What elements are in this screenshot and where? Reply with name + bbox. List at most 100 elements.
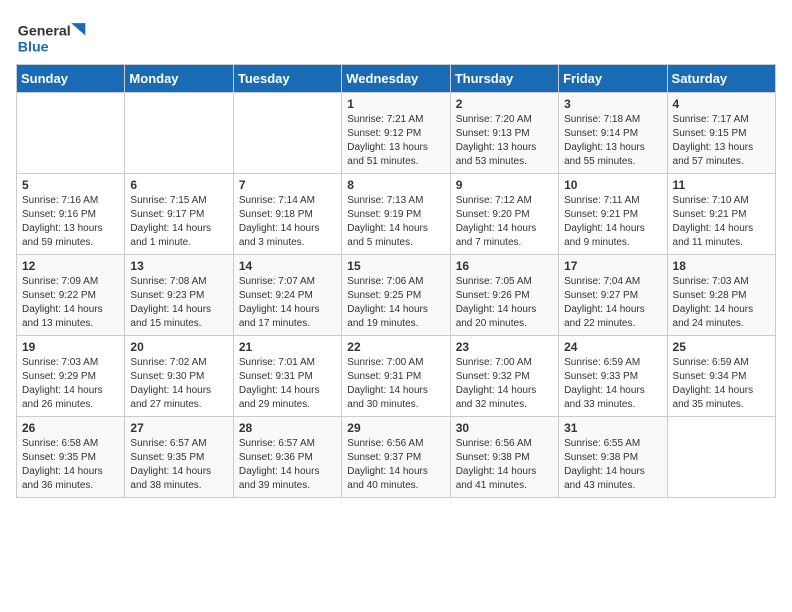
calendar-cell: 12Sunrise: 7:09 AMSunset: 9:22 PMDayligh… (17, 255, 125, 336)
sunrise-text: Sunrise: 7:05 AM (456, 275, 553, 289)
sunrise-text: Sunrise: 6:59 AM (564, 356, 661, 370)
calendar-cell: 1 Sunrise: 7:21 AMSunset: 9:12 PMDaylight… (342, 93, 450, 174)
calendar-cell: 28Sunrise: 6:57 AMSunset: 9:36 PMDayligh… (233, 417, 341, 498)
cell-content: Sunrise: 7:15 AMSunset: 9:17 PMDaylight:… (130, 194, 227, 250)
calendar-cell: 17Sunrise: 7:04 AMSunset: 9:27 PMDayligh… (559, 255, 667, 336)
sunrise-text: Sunrise: 7:17 AM (673, 113, 770, 127)
calendar-cell (233, 93, 341, 174)
calendar-table: SundayMondayTuesdayWednesdayThursdayFrid… (16, 64, 776, 498)
sunset-text: Sunset: 9:25 PM (347, 289, 444, 303)
daylight-text: Daylight: 14 hours and 24 minutes. (673, 303, 770, 331)
sunset-text: Sunset: 9:16 PM (22, 208, 119, 222)
cell-content: Sunrise: 7:10 AMSunset: 9:21 PMDaylight:… (673, 194, 770, 250)
day-header-tuesday: Tuesday (233, 65, 341, 93)
sunset-text: Sunset: 9:22 PM (22, 289, 119, 303)
cell-content: Sunrise: 7:21 AMSunset: 9:12 PMDaylight:… (347, 113, 444, 169)
sunset-text: Sunset: 9:14 PM (564, 127, 661, 141)
calendar-cell: 19Sunrise: 7:03 AMSunset: 9:29 PMDayligh… (17, 336, 125, 417)
day-number: 4 (673, 97, 770, 111)
daylight-text: Daylight: 14 hours and 5 minutes. (347, 222, 444, 250)
day-number: 9 (456, 178, 553, 192)
week-row-2: 5Sunrise: 7:16 AMSunset: 9:16 PMDaylight… (17, 174, 776, 255)
day-header-sunday: Sunday (17, 65, 125, 93)
cell-content: Sunrise: 6:59 AMSunset: 9:33 PMDaylight:… (564, 356, 661, 412)
day-number: 7 (239, 178, 336, 192)
sunrise-text: Sunrise: 6:58 AM (22, 437, 119, 451)
sunset-text: Sunset: 9:34 PM (673, 370, 770, 384)
calendar-cell: 16 Sunrise: 7:05 AMSunset: 9:26 PMDayligh… (450, 255, 558, 336)
daylight-text: Daylight: 14 hours and 30 minutes. (347, 384, 444, 412)
daylight-text: Daylight: 13 hours and 55 minutes. (564, 141, 661, 169)
sunset-text: Sunset: 9:29 PM (22, 370, 119, 384)
day-number: 2 (456, 97, 553, 111)
cell-content: Sunrise: 7:07 AMSunset: 9:24 PMDaylight:… (239, 275, 336, 331)
cell-content: Sunrise: 7:18 AMSunset: 9:14 PMDaylight:… (564, 113, 661, 169)
cell-content: Sunrise: 7:11 AMSunset: 9:21 PMDaylight:… (564, 194, 661, 250)
cell-content: Sunrise: 7:00 AMSunset: 9:31 PMDaylight:… (347, 356, 444, 412)
daylight-text: Daylight: 14 hours and 11 minutes. (673, 222, 770, 250)
sunset-text: Sunset: 9:36 PM (239, 451, 336, 465)
cell-content: Sunrise: 7:05 AMSunset: 9:26 PMDaylight:… (456, 275, 553, 331)
calendar-cell: 24Sunrise: 6:59 AMSunset: 9:33 PMDayligh… (559, 336, 667, 417)
cell-content: Sunrise: 6:57 AMSunset: 9:36 PMDaylight:… (239, 437, 336, 493)
sunrise-text: Sunrise: 7:14 AM (239, 194, 336, 208)
day-number: 23 (456, 340, 553, 354)
daylight-text: Daylight: 13 hours and 57 minutes. (673, 141, 770, 169)
cell-content: Sunrise: 7:14 AMSunset: 9:18 PMDaylight:… (239, 194, 336, 250)
day-number: 16 (456, 259, 553, 273)
daylight-text: Daylight: 14 hours and 29 minutes. (239, 384, 336, 412)
sunrise-text: Sunrise: 6:57 AM (130, 437, 227, 451)
cell-content: Sunrise: 7:03 AMSunset: 9:28 PMDaylight:… (673, 275, 770, 331)
day-header-saturday: Saturday (667, 65, 775, 93)
sunrise-text: Sunrise: 6:59 AM (673, 356, 770, 370)
calendar-cell: 10Sunrise: 7:11 AMSunset: 9:21 PMDayligh… (559, 174, 667, 255)
sunset-text: Sunset: 9:13 PM (456, 127, 553, 141)
calendar-cell (667, 417, 775, 498)
calendar-header-row: SundayMondayTuesdayWednesdayThursdayFrid… (17, 65, 776, 93)
calendar-cell: 26Sunrise: 6:58 AMSunset: 9:35 PMDayligh… (17, 417, 125, 498)
day-number: 17 (564, 259, 661, 273)
daylight-text: Daylight: 14 hours and 7 minutes. (456, 222, 553, 250)
daylight-text: Daylight: 14 hours and 22 minutes. (564, 303, 661, 331)
daylight-text: Daylight: 14 hours and 19 minutes. (347, 303, 444, 331)
sunset-text: Sunset: 9:37 PM (347, 451, 444, 465)
calendar-cell: 13Sunrise: 7:08 AMSunset: 9:23 PMDayligh… (125, 255, 233, 336)
daylight-text: Daylight: 14 hours and 43 minutes. (564, 465, 661, 493)
daylight-text: Daylight: 13 hours and 59 minutes. (22, 222, 119, 250)
sunset-text: Sunset: 9:21 PM (564, 208, 661, 222)
day-header-monday: Monday (125, 65, 233, 93)
daylight-text: Daylight: 13 hours and 51 minutes. (347, 141, 444, 169)
daylight-text: Daylight: 14 hours and 17 minutes. (239, 303, 336, 331)
day-number: 21 (239, 340, 336, 354)
calendar-cell: 14Sunrise: 7:07 AMSunset: 9:24 PMDayligh… (233, 255, 341, 336)
sunrise-text: Sunrise: 7:13 AM (347, 194, 444, 208)
sunrise-text: Sunrise: 7:21 AM (347, 113, 444, 127)
day-number: 1 (347, 97, 444, 111)
calendar-cell: 3Sunrise: 7:18 AMSunset: 9:14 PMDaylight… (559, 93, 667, 174)
daylight-text: Daylight: 14 hours and 41 minutes. (456, 465, 553, 493)
calendar-cell: 7 Sunrise: 7:14 AMSunset: 9:18 PMDaylight… (233, 174, 341, 255)
daylight-text: Daylight: 14 hours and 35 minutes. (673, 384, 770, 412)
day-number: 26 (22, 421, 119, 435)
calendar-cell: 5Sunrise: 7:16 AMSunset: 9:16 PMDaylight… (17, 174, 125, 255)
cell-content: Sunrise: 7:03 AMSunset: 9:29 PMDaylight:… (22, 356, 119, 412)
cell-content: Sunrise: 7:08 AMSunset: 9:23 PMDaylight:… (130, 275, 227, 331)
cell-content: Sunrise: 7:02 AMSunset: 9:30 PMDaylight:… (130, 356, 227, 412)
svg-text:Blue: Blue (18, 40, 49, 56)
sunrise-text: Sunrise: 7:04 AM (564, 275, 661, 289)
sunset-text: Sunset: 9:31 PM (347, 370, 444, 384)
week-row-3: 12Sunrise: 7:09 AMSunset: 9:22 PMDayligh… (17, 255, 776, 336)
week-row-4: 19Sunrise: 7:03 AMSunset: 9:29 PMDayligh… (17, 336, 776, 417)
daylight-text: Daylight: 13 hours and 53 minutes. (456, 141, 553, 169)
calendar-cell: 2Sunrise: 7:20 AMSunset: 9:13 PMDaylight… (450, 93, 558, 174)
sunset-text: Sunset: 9:31 PM (239, 370, 336, 384)
cell-content: Sunrise: 6:57 AMSunset: 9:35 PMDaylight:… (130, 437, 227, 493)
calendar-cell: 4Sunrise: 7:17 AMSunset: 9:15 PMDaylight… (667, 93, 775, 174)
sunset-text: Sunset: 9:20 PM (456, 208, 553, 222)
sunrise-text: Sunrise: 6:55 AM (564, 437, 661, 451)
day-number: 31 (564, 421, 661, 435)
day-number: 6 (130, 178, 227, 192)
day-number: 8 (347, 178, 444, 192)
daylight-text: Daylight: 14 hours and 1 minute. (130, 222, 227, 250)
sunrise-text: Sunrise: 7:03 AM (673, 275, 770, 289)
